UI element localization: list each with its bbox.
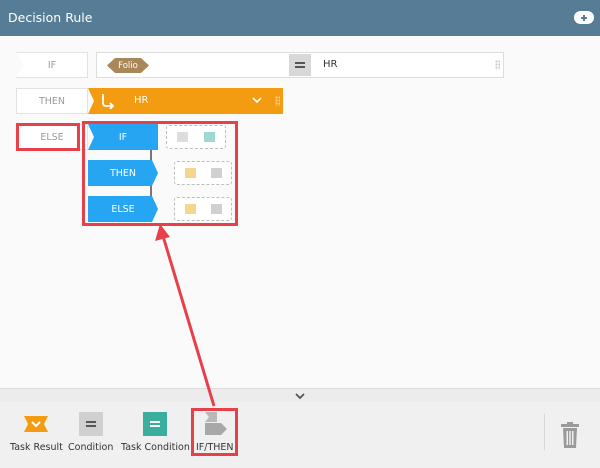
if-then-icon — [211, 168, 222, 178]
header-bar: Decision Rule — [0, 0, 600, 36]
tool-condition[interactable]: Condition — [68, 412, 113, 453]
task-result-icon — [185, 168, 196, 178]
else-drop-slot[interactable] — [174, 197, 232, 221]
toolbox-divider[interactable] — [0, 388, 600, 402]
plus-pill-icon[interactable] — [574, 11, 594, 24]
condition-value[interactable]: HR — [323, 59, 337, 70]
folio-tag[interactable]: Folio — [107, 58, 149, 73]
drag-handle-icon[interactable] — [495, 60, 500, 70]
condition-field[interactable]: Folio HR — [96, 52, 504, 78]
then-result-block[interactable]: HR — [88, 88, 283, 114]
else-highlight-box — [16, 123, 80, 151]
nested-then-block[interactable]: THEN — [88, 160, 158, 186]
tool-label: Task Condition — [121, 442, 190, 453]
toolbox-separator — [544, 414, 545, 450]
chevron-down-icon[interactable] — [294, 390, 306, 402]
drag-handle-icon[interactable] — [275, 96, 280, 106]
page-title: Decision Rule — [8, 10, 93, 25]
task-result-icon — [24, 416, 49, 432]
task-result-arrow-icon — [102, 94, 115, 109]
connector-line — [150, 150, 152, 160]
tool-task-result[interactable]: Task Result — [10, 412, 63, 453]
nested-else-label: ELSE — [111, 203, 135, 215]
if-then-icon — [211, 204, 222, 214]
then-drop-slot[interactable] — [174, 161, 232, 185]
task-condition-icon — [204, 132, 215, 142]
if-then-highlight-box — [191, 408, 238, 456]
tool-task-condition[interactable]: Task Condition — [121, 412, 190, 453]
tool-label: Condition — [68, 442, 114, 453]
then-label: THEN — [16, 88, 88, 114]
if-label-text: IF — [47, 59, 57, 71]
trash-icon[interactable] — [560, 422, 580, 448]
condition-icon — [78, 412, 103, 436]
chevron-down-icon[interactable] — [251, 94, 263, 106]
nested-if-label: IF — [118, 131, 128, 143]
nested-if-block[interactable]: IF — [88, 124, 158, 150]
connector-line — [150, 186, 152, 196]
then-label-text: THEN — [38, 95, 66, 107]
if-label: IF — [16, 52, 88, 78]
condition-icon — [177, 132, 188, 142]
nested-then-label: THEN — [109, 167, 137, 179]
decision-rule-editor: Decision Rule IF Folio HR THEN HR ELSE I… — [0, 0, 600, 468]
if-drop-slot[interactable] — [166, 125, 226, 149]
nested-else-block[interactable]: ELSE — [88, 196, 158, 222]
task-condition-icon — [143, 412, 168, 436]
equals-icon[interactable] — [289, 54, 311, 76]
toolbox: Task Result Condition Task Condition IF/… — [0, 402, 600, 468]
tool-label: Task Result — [10, 442, 63, 453]
task-result-icon — [185, 204, 196, 214]
then-result-value: HR — [134, 95, 149, 106]
